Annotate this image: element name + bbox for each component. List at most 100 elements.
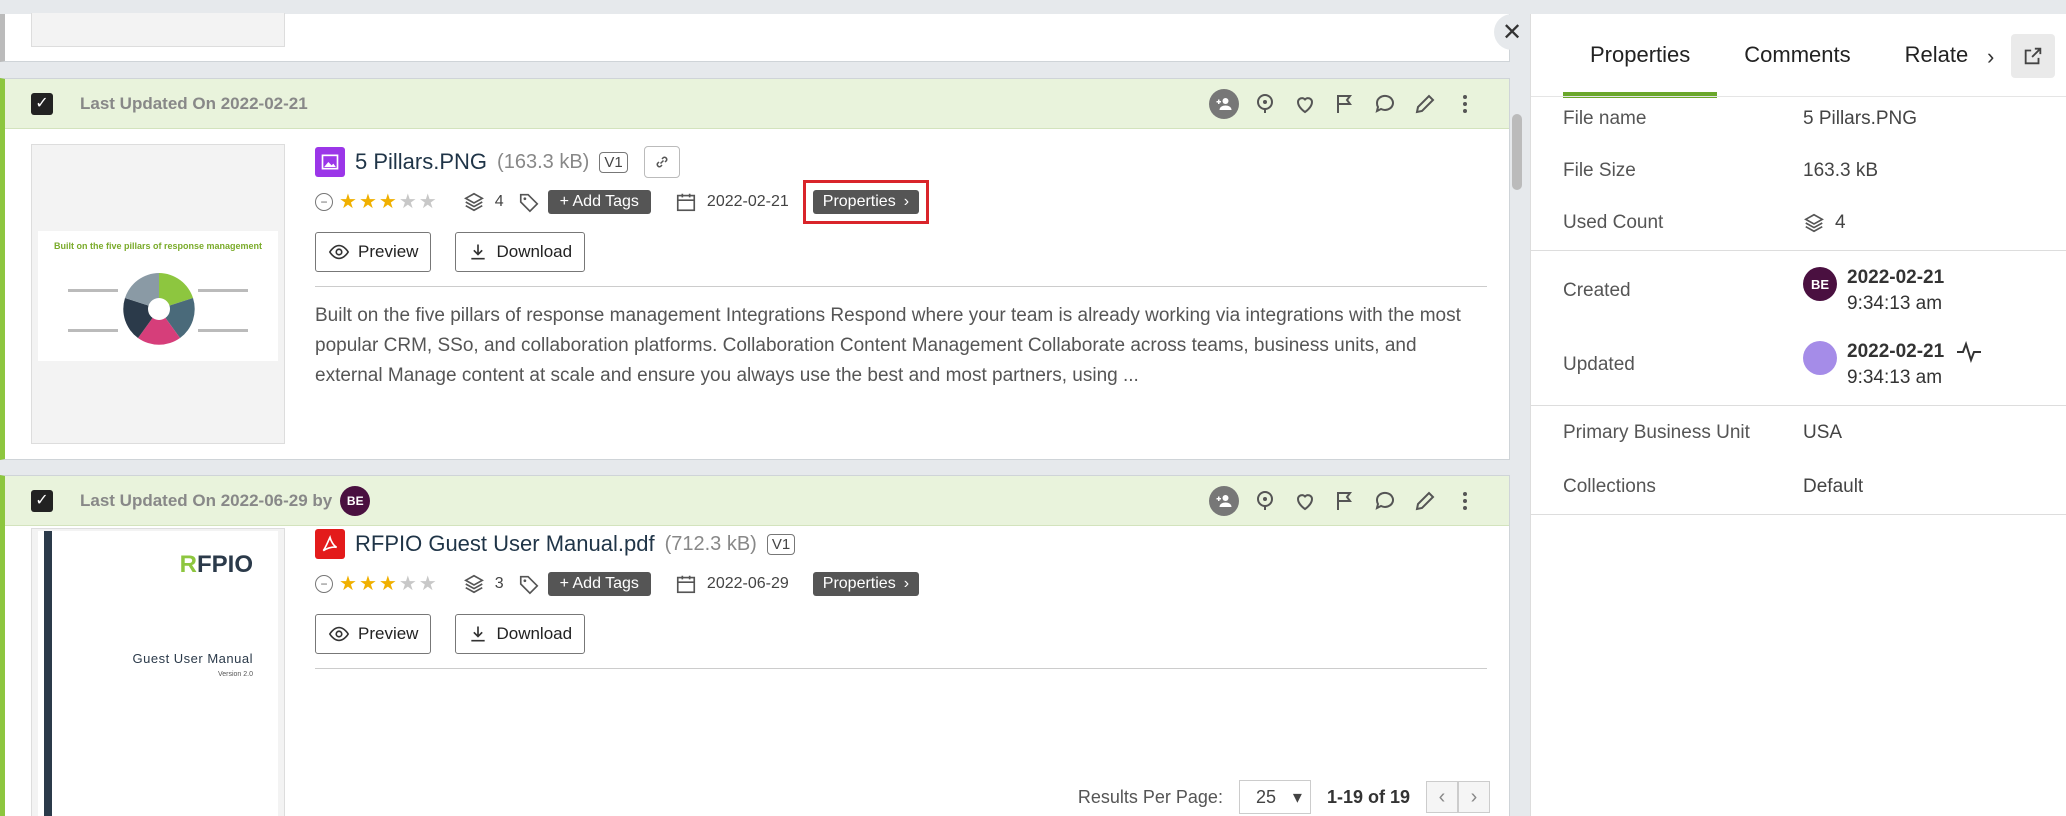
calendar-icon	[676, 575, 695, 594]
properties-button[interactable]: Properties ›	[812, 572, 920, 596]
divider	[1531, 405, 2066, 406]
prop-business-unit: Primary Business Unit USA	[1563, 422, 1843, 443]
card-actions	[1209, 476, 1479, 526]
preview-button[interactable]: Preview	[315, 614, 432, 654]
star-icon[interactable]: ★	[419, 192, 437, 212]
clear-rating-icon[interactable]: −	[315, 193, 333, 211]
card-header: ✓ Last Updated On 2022-02-21	[5, 79, 1509, 129]
file-size: (163.3 kB)	[497, 150, 590, 173]
next-page-button[interactable]: ›	[1458, 781, 1490, 813]
date-value: 2022-02-21	[706, 193, 789, 210]
more-vertical-icon[interactable]	[1451, 90, 1479, 118]
date: 2022-02-21	[675, 191, 789, 213]
tabs-scroll-right-icon[interactable]: ›	[1987, 44, 1994, 70]
favorite-heart-icon[interactable]	[1291, 90, 1319, 118]
comment-icon[interactable]	[1371, 487, 1399, 515]
eye-icon	[328, 244, 350, 260]
edit-pencil-icon[interactable]	[1411, 487, 1439, 515]
caret-down-icon: ▾	[1292, 786, 1302, 807]
star-icon[interactable]: ★	[399, 574, 417, 594]
tag-icon	[518, 191, 540, 213]
activity-icon[interactable]	[1956, 341, 1982, 363]
card-header: ✓ Last Updated On 2022-06-29 by BE	[5, 476, 1509, 526]
card-content: RFPIO Guest User Manual.pdf (712.3 kB) V…	[315, 526, 1487, 669]
flag-icon[interactable]	[1331, 90, 1359, 118]
select-checkbox[interactable]: ✓	[31, 490, 53, 512]
divider	[1531, 514, 2066, 515]
download-icon	[471, 244, 486, 260]
properties-list: File name 5 Pillars.PNG File Size 163.3 …	[1531, 108, 2066, 531]
calendar-icon	[676, 193, 695, 212]
thumbnail[interactable]: Built on the five pillars of response ma…	[31, 144, 285, 444]
card-content: 5 Pillars.PNG (163.3 kB) V1 − ★ ★ ★ ★ ★	[315, 144, 1487, 391]
last-updated-text: Last Updated On 2022-02-21	[80, 94, 308, 113]
clip-icon[interactable]	[1251, 487, 1279, 515]
star-icon[interactable]: ★	[359, 192, 377, 212]
used-count-value: 4	[1835, 212, 1846, 233]
add-user-icon[interactable]	[1209, 486, 1239, 516]
share-icon	[2024, 47, 2042, 65]
prop-updated: Updated 2022-02-21 9:34:13 am	[1531, 341, 2066, 389]
last-updated: Last Updated On 2022-06-29 by BE	[80, 476, 371, 526]
scrollbar[interactable]	[1512, 114, 1522, 190]
flag-icon[interactable]	[1331, 487, 1359, 515]
tab-properties[interactable]: Properties	[1563, 14, 1718, 98]
used-count-value: 3	[494, 575, 504, 592]
star-icon[interactable]: ★	[399, 192, 417, 212]
results-per-page-select[interactable]: 25 ▾	[1238, 780, 1311, 814]
layers-icon	[1804, 213, 1824, 233]
add-user-icon[interactable]	[1209, 89, 1239, 119]
prop-file-name: File name 5 Pillars.PNG	[1563, 108, 1918, 129]
file-title[interactable]: RFPIO Guest User Manual.pdf	[355, 531, 655, 557]
prop-created: Created BE 2022-02-21 9:34:13 am	[1563, 267, 1945, 314]
select-checkbox[interactable]: ✓	[31, 93, 53, 115]
star-icon[interactable]: ★	[419, 574, 437, 594]
star-rating[interactable]: − ★ ★ ★ ★ ★	[315, 192, 437, 212]
preview-button[interactable]: Preview	[315, 232, 432, 272]
edit-pencil-icon[interactable]	[1411, 90, 1439, 118]
tab-comments[interactable]: Comments	[1717, 14, 1877, 96]
download-button[interactable]: Download	[455, 614, 586, 654]
clip-icon[interactable]	[1251, 90, 1279, 118]
avatar: BE	[1803, 267, 1837, 301]
results-pane: ✓ Last Updated On 2022-02-21 Built on th…	[0, 0, 1510, 816]
star-icon[interactable]: ★	[379, 574, 397, 594]
preview-label: Preview	[358, 624, 419, 643]
panel-tabs: Properties Comments Relate	[1563, 14, 1969, 98]
action-buttons: Preview Download	[315, 232, 1487, 287]
thumbnail	[31, 13, 285, 47]
properties-wrapper: Properties ›	[812, 572, 920, 596]
used-count-value: 4	[494, 193, 504, 210]
star-icon[interactable]: ★	[359, 574, 377, 594]
download-button[interactable]: Download	[455, 232, 586, 272]
thumbnail-image: Built on the five pillars of response ma…	[38, 231, 278, 361]
last-updated-text: Last Updated On 2022-06-29 by	[80, 491, 333, 510]
clear-rating-icon[interactable]: −	[315, 575, 333, 593]
thumbnail[interactable]: RFPIO Guest User Manual Version 2.0	[31, 528, 285, 816]
add-tags-button[interactable]: + Add Tags	[547, 190, 651, 214]
prop-collections: Collections Default	[1563, 476, 1864, 497]
file-size: (712.3 kB)	[664, 532, 757, 555]
favorite-heart-icon[interactable]	[1291, 487, 1319, 515]
add-tags-button[interactable]: + Add Tags	[547, 572, 651, 596]
comment-icon[interactable]	[1371, 90, 1399, 118]
close-panel-icon[interactable]: ✕	[1494, 14, 1530, 50]
star-rating[interactable]: − ★ ★ ★ ★ ★	[315, 574, 437, 594]
used-count: 4	[463, 191, 504, 213]
chevron-right-icon: ›	[903, 575, 910, 592]
star-icon[interactable]: ★	[339, 192, 357, 212]
doc-version: Version 2.0	[217, 671, 253, 678]
tag-icon	[518, 573, 540, 595]
star-icon[interactable]: ★	[379, 192, 397, 212]
prev-page-button[interactable]: ‹	[1426, 781, 1458, 813]
copy-link-button[interactable]	[643, 146, 680, 178]
share-button[interactable]	[2011, 34, 2055, 78]
results-range: 1-19 of 19	[1326, 786, 1410, 807]
prop-file-size: File Size 163.3 kB	[1563, 160, 1878, 181]
star-icon[interactable]: ★	[339, 574, 357, 594]
result-card: ✓ Last Updated On 2022-02-21 Built on th…	[0, 78, 1510, 460]
download-icon	[471, 626, 486, 642]
tab-related[interactable]: Relate	[1878, 14, 1969, 96]
file-title[interactable]: 5 Pillars.PNG	[355, 149, 487, 175]
more-vertical-icon[interactable]	[1451, 487, 1479, 515]
